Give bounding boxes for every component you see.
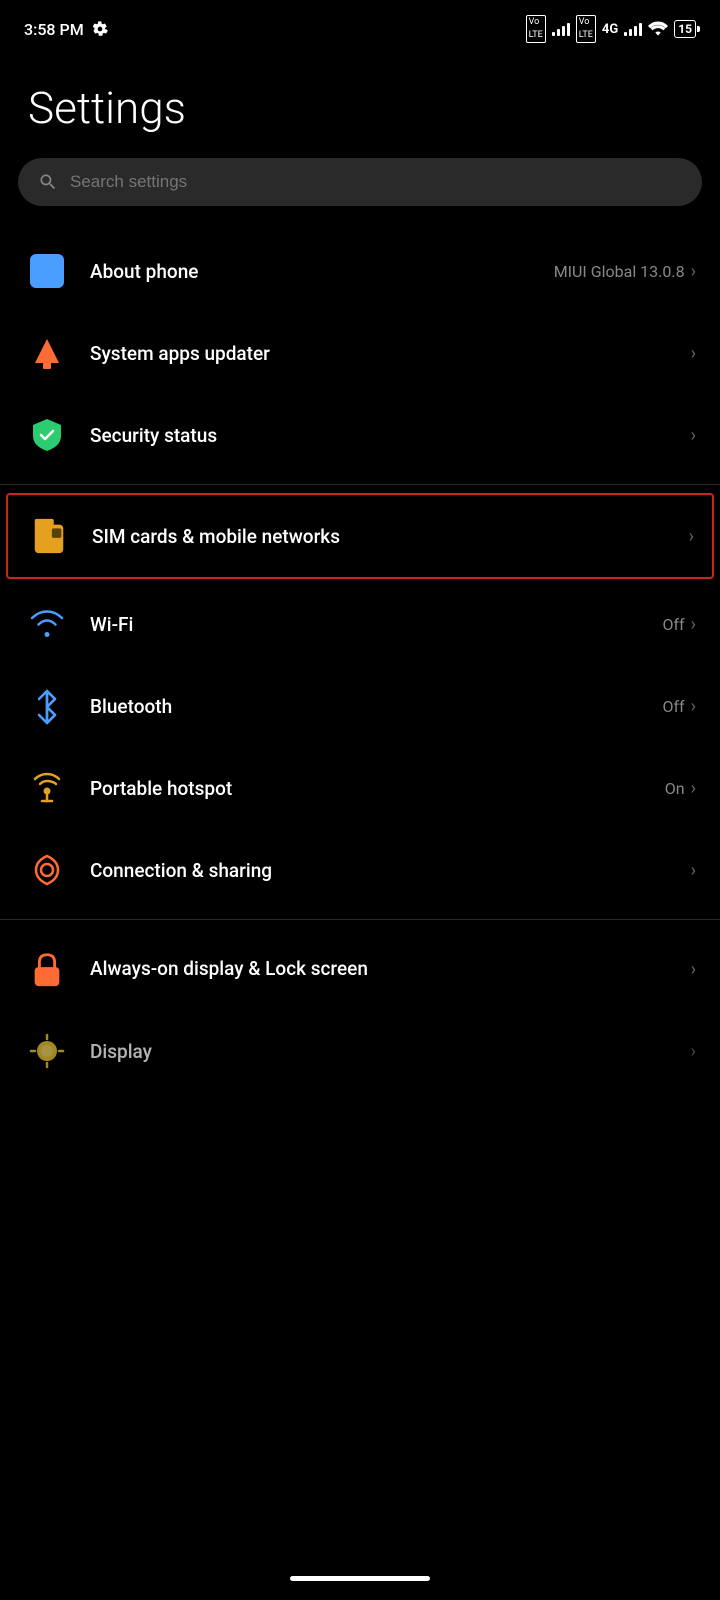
- about-phone-label: About phone: [90, 260, 554, 283]
- shield-icon: [24, 412, 70, 458]
- page-title: Settings: [0, 52, 720, 158]
- bluetooth-status: Off: [662, 697, 684, 716]
- status-left: 3:58 PM: [24, 20, 108, 39]
- status-bar: 3:58 PM VoLTE VoLTE 4G 15: [0, 0, 720, 52]
- wifi-status-icon: [648, 21, 668, 37]
- divider-1: [0, 484, 720, 485]
- settings-item-bluetooth[interactable]: Bluetooth Off ›: [0, 665, 720, 747]
- wifi-label: Wi-Fi: [90, 613, 662, 636]
- system-apps-updater-chevron: ›: [691, 343, 696, 364]
- portable-hotspot-status: On: [665, 779, 685, 798]
- always-on-display-label: Always-on display & Lock screen: [90, 957, 691, 982]
- battery-icon: 15: [674, 20, 696, 38]
- network-type-icon: 4G: [602, 22, 618, 37]
- gear-icon: [92, 21, 108, 37]
- status-right: VoLTE VoLTE 4G 15: [526, 15, 696, 42]
- settings-item-portable-hotspot[interactable]: Portable hotspot On ›: [0, 747, 720, 829]
- volte1-icon: VoLTE: [526, 15, 546, 42]
- display-label: Display: [90, 1040, 691, 1063]
- settings-item-always-on-display[interactable]: Always-on display & Lock screen ›: [0, 928, 720, 1010]
- sim-cards-label: SIM cards & mobile networks: [92, 525, 689, 548]
- home-indicator: [290, 1576, 430, 1581]
- sim-cards-chevron: ›: [689, 526, 694, 547]
- display-icon: [24, 1028, 70, 1074]
- bluetooth-label: Bluetooth: [90, 695, 662, 718]
- security-status-label: Security status: [90, 424, 691, 447]
- wifi-icon: [24, 601, 70, 647]
- search-bar[interactable]: [18, 158, 702, 206]
- settings-item-about-phone[interactable]: About phone MIUI Global 13.0.8 ›: [0, 230, 720, 312]
- connection-sharing-label: Connection & sharing: [90, 859, 691, 882]
- bluetooth-chevron: ›: [691, 696, 696, 717]
- hotspot-icon: [24, 765, 70, 811]
- wifi-chevron: ›: [691, 614, 696, 635]
- update-icon: [24, 330, 70, 376]
- connection-icon: [24, 847, 70, 893]
- about-phone-chevron: ›: [691, 261, 696, 282]
- settings-item-wifi[interactable]: Wi-Fi Off ›: [0, 583, 720, 665]
- about-phone-subtitle: MIUI Global 13.0.8: [554, 262, 685, 281]
- phone-icon: [24, 248, 70, 294]
- settings-item-security-status[interactable]: Security status ›: [0, 394, 720, 476]
- signal2-icon: [624, 22, 642, 36]
- portable-hotspot-label: Portable hotspot: [90, 777, 665, 800]
- lock-icon: [24, 946, 70, 992]
- display-chevron: ›: [691, 1041, 696, 1062]
- settings-item-connection-sharing[interactable]: Connection & sharing ›: [0, 829, 720, 911]
- divider-2: [0, 919, 720, 920]
- settings-item-sim-cards[interactable]: SIM cards & mobile networks ›: [6, 493, 714, 579]
- settings-list: About phone MIUI Global 13.0.8 › System …: [0, 230, 720, 1092]
- sim-icon: [26, 513, 72, 559]
- wifi-status: Off: [662, 615, 684, 634]
- portable-hotspot-chevron: ›: [691, 778, 696, 799]
- bottom-bar-container: [0, 1556, 720, 1600]
- bluetooth-icon: [24, 683, 70, 729]
- connection-sharing-chevron: ›: [691, 860, 696, 881]
- volte2-icon: VoLTE: [576, 15, 596, 42]
- search-icon: [38, 172, 58, 192]
- settings-item-display[interactable]: Display ›: [0, 1010, 720, 1092]
- time-display: 3:58 PM: [24, 20, 84, 39]
- signal1-icon: [552, 22, 570, 36]
- search-input[interactable]: [70, 172, 682, 192]
- always-on-display-chevron: ›: [691, 959, 696, 980]
- system-apps-updater-label: System apps updater: [90, 342, 691, 365]
- security-status-chevron: ›: [691, 425, 696, 446]
- settings-item-system-apps-updater[interactable]: System apps updater ›: [0, 312, 720, 394]
